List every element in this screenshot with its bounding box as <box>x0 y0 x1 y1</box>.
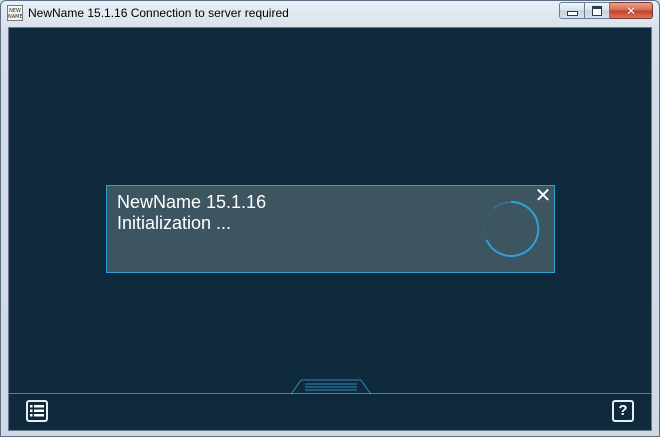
footer-divider <box>9 393 651 394</box>
maximize-button[interactable] <box>585 2 610 19</box>
title-bar[interactable]: NEW NAME NewName 15.1.16 Connection to s… <box>1 1 659 26</box>
close-icon: ✕ <box>625 3 637 18</box>
dialog-status-text: Initialization ... <box>117 213 232 233</box>
app-icon-text-bottom: NAME <box>8 14 23 20</box>
app-window: NEW NAME NewName 15.1.16 Connection to s… <box>0 0 660 437</box>
maximize-icon <box>592 5 602 16</box>
loading-spinner-icon <box>483 200 540 257</box>
close-window-button[interactable]: ✕ <box>610 2 653 19</box>
help-icon: ? <box>618 402 628 419</box>
initialization-dialog: NewName 15.1.16 Initialization ... ✕ <box>106 185 555 273</box>
window-title: NewName 15.1.16 Connection to server req… <box>28 6 289 20</box>
help-button[interactable]: ? <box>612 400 634 422</box>
menu-button[interactable] <box>26 400 48 422</box>
list-menu-icon <box>30 405 44 417</box>
main-panel: NewName 15.1.16 Initialization ... ✕ ? <box>8 27 652 431</box>
dialog-title: NewName 15.1.16 <box>117 192 267 212</box>
minimize-icon <box>566 11 578 16</box>
app-icon[interactable]: NEW NAME <box>7 5 23 21</box>
minimize-button[interactable] <box>559 2 585 19</box>
window-controls: ✕ <box>559 2 653 20</box>
